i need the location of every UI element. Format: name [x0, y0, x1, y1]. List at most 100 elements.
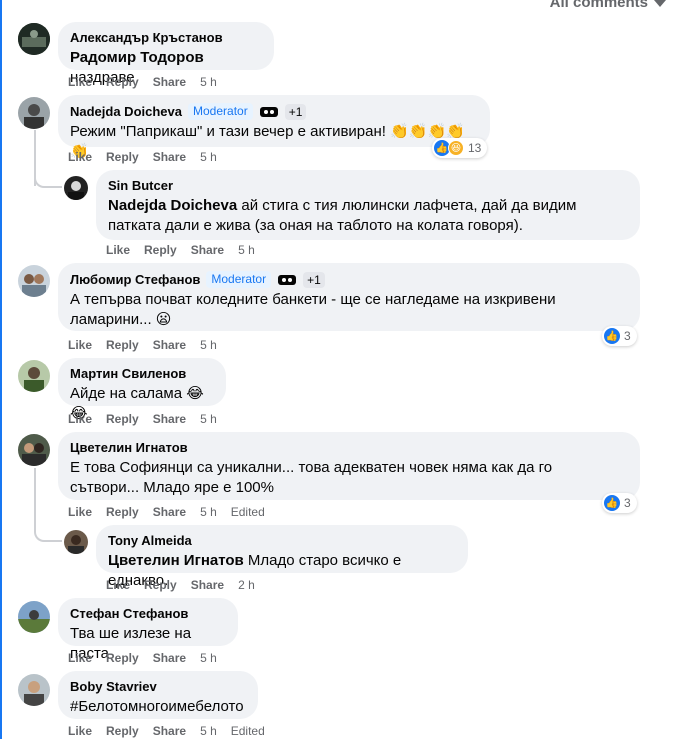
avatar[interactable]: [64, 176, 88, 200]
like-reaction-icon: 👍: [604, 328, 620, 344]
comment-bubble: Цветелин Игнатов Е това Софиянци са уник…: [58, 432, 640, 500]
comment-text: Nadejda Doicheva ай стига с тия люлински…: [108, 197, 577, 234]
comment-actions: Like Reply Share 2 h: [106, 577, 255, 593]
comment-author[interactable]: Стефан Стефанов: [70, 606, 188, 622]
avatar[interactable]: [18, 674, 50, 706]
badge-count[interactable]: +1: [284, 103, 307, 120]
like-button[interactable]: Like: [106, 577, 130, 593]
avatar[interactable]: [18, 434, 50, 466]
reply-button[interactable]: Reply: [144, 577, 177, 593]
comment-bubble: Boby Stavriev #Белотомногоимебелото: [58, 671, 258, 719]
comment-author[interactable]: Мартин Свиленов: [70, 366, 186, 382]
avatar[interactable]: [18, 23, 50, 55]
reply-connector: [34, 524, 62, 542]
comment-actions: Like Reply Share 5 h: [68, 337, 217, 353]
top-fan-icon[interactable]: [259, 105, 279, 119]
comment-timestamp[interactable]: 5 h: [200, 650, 217, 666]
comment-actions: Like Reply Share 5 h: [68, 149, 217, 165]
share-button[interactable]: Share: [191, 577, 224, 593]
comment-timestamp[interactable]: 2 h: [238, 577, 255, 593]
like-button[interactable]: Like: [68, 149, 92, 165]
reply-bubble: Sin Butcer Nadejda Doicheva ай стига с т…: [96, 170, 640, 240]
reaction-summary[interactable]: 👍 3: [602, 326, 637, 346]
comment-timestamp[interactable]: 5 h: [200, 504, 217, 520]
comment-author[interactable]: Sin Butcer: [108, 178, 173, 194]
like-button[interactable]: Like: [106, 242, 130, 258]
reaction-count: 3: [624, 329, 631, 343]
reply-button[interactable]: Reply: [106, 337, 139, 353]
reaction-count: 13: [468, 141, 482, 155]
chevron-down-icon: [654, 0, 666, 7]
comment-author[interactable]: Александър Кръстанов: [70, 30, 223, 46]
comment-timestamp[interactable]: 5 h: [200, 337, 217, 353]
reply-button[interactable]: Reply: [106, 723, 139, 739]
comment-actions: Like Reply Share 5 h: [68, 74, 217, 90]
reaction-count: 3: [624, 496, 631, 510]
comment-bubble: Александър Кръстанов Радомир Тодоров наз…: [58, 22, 274, 86]
reply-button[interactable]: Reply: [106, 504, 139, 520]
reply-button[interactable]: Reply: [106, 411, 139, 427]
comment-author[interactable]: Цветелин Игнатов: [70, 440, 188, 456]
edited-label: Edited: [230, 505, 265, 519]
badge-count[interactable]: +1: [303, 271, 325, 288]
like-button[interactable]: Like: [68, 650, 92, 666]
comment-actions: Like Reply Share 5 h Edited: [68, 723, 265, 739]
comment-text: А тепърва почват коледните банкети - ще …: [70, 291, 556, 328]
share-button[interactable]: Share: [153, 650, 186, 666]
share-button[interactable]: Share: [153, 337, 186, 353]
mention-tag[interactable]: Цветелин Игнатов: [108, 552, 244, 569]
top-fan-icon[interactable]: [277, 273, 297, 287]
edited-label: Edited: [230, 724, 265, 738]
comment-bubble: Любомир Стефанов Moderator +1 А тепърва …: [58, 263, 640, 331]
reply-button[interactable]: Reply: [106, 650, 139, 666]
comment-text: #Белотомногоимебелото: [70, 698, 244, 715]
share-button[interactable]: Share: [153, 74, 186, 90]
reply-button[interactable]: Reply: [106, 74, 139, 90]
share-button[interactable]: Share: [153, 411, 186, 427]
reaction-summary[interactable]: 👍 3: [602, 493, 637, 513]
avatar[interactable]: [18, 97, 50, 129]
comment-author[interactable]: Boby Stavriev: [70, 679, 157, 695]
comment-text: Е това Софиянци са уникални... това адек…: [70, 459, 553, 496]
share-button[interactable]: Share: [153, 149, 186, 165]
all-comments-label: All comments: [549, 0, 648, 11]
reply-bubble: Tony Almeida Цветелин Игнатов Младо стар…: [96, 525, 468, 589]
avatar[interactable]: [18, 265, 50, 297]
moderator-badge[interactable]: Moderator: [188, 103, 253, 120]
avatar[interactable]: [18, 360, 50, 392]
comment-timestamp[interactable]: 5 h: [200, 411, 217, 427]
comment-timestamp[interactable]: 5 h: [200, 149, 217, 165]
comment-timestamp[interactable]: 5 h: [238, 242, 255, 258]
comment-author[interactable]: Любомир Стефанов: [70, 272, 200, 288]
reply-button[interactable]: Reply: [106, 149, 139, 165]
like-button[interactable]: Like: [68, 723, 92, 739]
mention-tag[interactable]: Радомир Тодоров: [70, 49, 204, 66]
comment-author[interactable]: Tony Almeida: [108, 533, 192, 549]
share-button[interactable]: Share: [153, 723, 186, 739]
share-button[interactable]: Share: [191, 242, 224, 258]
like-reaction-icon: 👍: [604, 495, 620, 511]
comment-bubble: Nadejda Doicheva Moderator +1 Режим "Пап…: [58, 95, 490, 160]
like-button[interactable]: Like: [68, 504, 92, 520]
comment-actions: Like Reply Share 5 h: [68, 650, 217, 666]
haha-reaction-icon: 😆: [448, 140, 464, 156]
like-button[interactable]: Like: [68, 337, 92, 353]
comment-actions: Like Reply Share 5 h: [68, 411, 217, 427]
moderator-badge[interactable]: Moderator: [206, 271, 272, 288]
like-button[interactable]: Like: [68, 411, 92, 427]
comment-timestamp[interactable]: 5 h: [200, 723, 217, 739]
reaction-summary[interactable]: 👍 😆 13: [432, 138, 488, 158]
avatar[interactable]: [18, 601, 50, 633]
reply-button[interactable]: Reply: [144, 242, 177, 258]
comment-bubble: Стефан Стефанов Тва ше излезе на паста: [58, 598, 238, 662]
share-button[interactable]: Share: [153, 504, 186, 520]
comment-actions: Like Reply Share 5 h Edited: [68, 504, 265, 520]
comment-actions: Like Reply Share 5 h: [106, 242, 255, 258]
comment-bubble: Мартин Свиленов Айде на салама 😂😂: [58, 358, 226, 422]
like-button[interactable]: Like: [68, 74, 92, 90]
mention-tag[interactable]: Nadejda Doicheva: [108, 197, 237, 214]
avatar[interactable]: [64, 530, 88, 554]
all-comments-dropdown[interactable]: All comments: [550, 0, 666, 11]
comment-author[interactable]: Nadejda Doicheva: [70, 104, 182, 120]
comment-timestamp[interactable]: 5 h: [200, 74, 217, 90]
